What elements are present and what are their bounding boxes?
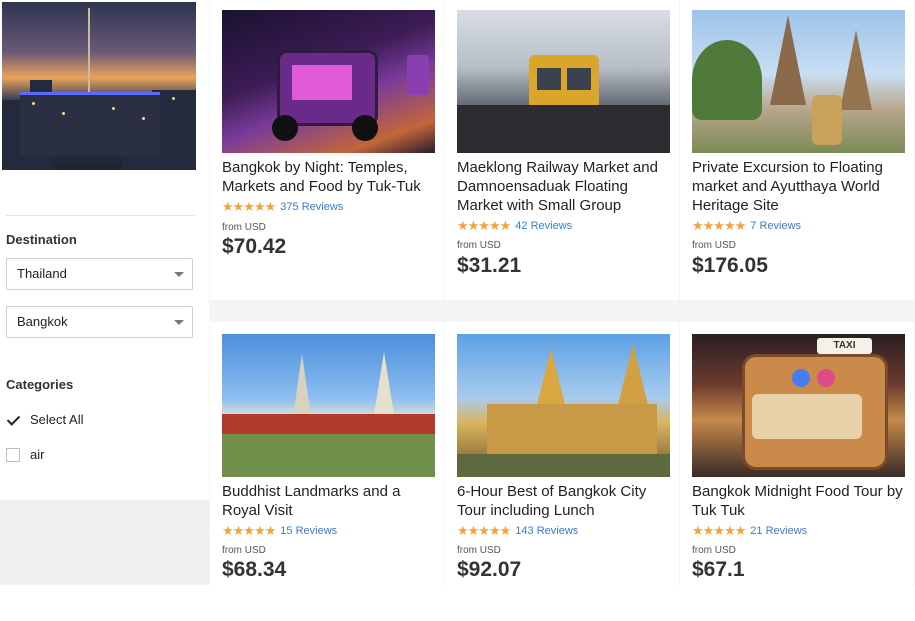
country-select-value: Thailand (17, 266, 67, 281)
tour-card[interactable]: Buddhist Landmarks and a Royal Visit ★★★… (210, 322, 444, 585)
price-prefix: from USD (457, 240, 501, 251)
sidebar: Destination Thailand Bangkok Categories … (0, 0, 209, 621)
reviews-link[interactable]: 143 Reviews (515, 525, 578, 537)
grand-palace-photo[interactable] (222, 334, 435, 477)
tour-card[interactable]: Private Excursion to Floating market and… (680, 0, 914, 300)
royal-temple-photo[interactable] (457, 334, 670, 477)
star-rating-icon: ★★★★★ (692, 523, 746, 538)
checkbox-checked-icon[interactable] (6, 412, 20, 427)
checkbox-icon[interactable] (6, 447, 20, 462)
category-label: Select All (30, 412, 84, 427)
category-label: air (30, 447, 45, 462)
chevron-down-icon (174, 320, 184, 325)
city-select[interactable]: Bangkok (6, 306, 193, 338)
tour-title[interactable]: Bangkok by Night: Temples, Markets and F… (222, 158, 436, 196)
sidebar-divider (6, 215, 195, 216)
star-rating-icon: ★★★★★ (692, 218, 746, 233)
tour-title[interactable]: 6-Hour Best of Bangkok City Tour includi… (457, 482, 671, 520)
taxi-sign: TAXI (817, 338, 872, 354)
railway-market-photo[interactable] (457, 10, 670, 153)
tour-rating: ★★★★★ 15 Reviews (222, 523, 337, 539)
tour-rating: ★★★★★ 21 Reviews (692, 523, 807, 539)
tour-rating: ★★★★★ 7 Reviews (692, 218, 801, 234)
category-select-all[interactable]: Select All (6, 412, 83, 427)
tour-title[interactable]: Private Excursion to Floating market and… (692, 158, 906, 215)
price-prefix: from USD (692, 240, 736, 251)
tour-price: $31.21 (457, 254, 522, 277)
categories-heading: Categories (6, 377, 74, 392)
tour-card[interactable]: 6-Hour Best of Bangkok City Tour includi… (445, 322, 679, 585)
tour-title[interactable]: Buddhist Landmarks and a Royal Visit (222, 482, 436, 520)
tour-rating: ★★★★★ 143 Reviews (457, 523, 578, 539)
tour-rating: ★★★★★ 42 Reviews (457, 218, 572, 234)
star-rating-icon: ★★★★★ (457, 218, 511, 233)
tuk-tuk-night-photo[interactable] (222, 10, 435, 153)
tour-price: $92.07 (457, 558, 522, 581)
star-rating-icon: ★★★★★ (222, 199, 276, 214)
sidebar-footer-panel (0, 500, 209, 585)
price-prefix: from USD (692, 545, 736, 556)
category-air[interactable]: air (6, 447, 44, 462)
reviews-link[interactable]: 375 Reviews (280, 201, 343, 213)
price-prefix: from USD (222, 222, 266, 233)
star-rating-icon: ★★★★★ (222, 523, 276, 538)
tour-price: $67.1 (692, 558, 745, 581)
tour-rating: ★★★★★ 375 Reviews (222, 199, 343, 215)
reviews-link[interactable]: 21 Reviews (750, 525, 807, 537)
star-rating-icon: ★★★★★ (457, 523, 511, 538)
tour-title[interactable]: Bangkok Midnight Food Tour by Tuk Tuk (692, 482, 906, 520)
tour-price: $176.05 (692, 254, 768, 277)
tour-price: $70.42 (222, 235, 287, 258)
reviews-link[interactable]: 15 Reviews (280, 525, 337, 537)
tour-card[interactable]: Maeklong Railway Market and Damnoensadua… (445, 0, 679, 300)
destination-heading: Destination (6, 232, 77, 247)
tour-price: $68.34 (222, 558, 287, 581)
ayutthaya-temple-photo[interactable] (692, 10, 905, 153)
city-select-value: Bangkok (17, 314, 68, 329)
chevron-down-icon (174, 272, 184, 277)
tour-card[interactable]: TAXI Bangkok Midnight Food Tour by Tuk T… (680, 322, 914, 585)
country-select[interactable]: Thailand (6, 258, 193, 290)
tour-card[interactable]: Bangkok by Night: Temples, Markets and F… (210, 0, 444, 300)
rooftop-bar-photo (2, 2, 196, 170)
price-prefix: from USD (222, 545, 266, 556)
reviews-link[interactable]: 7 Reviews (750, 220, 801, 232)
price-prefix: from USD (457, 545, 501, 556)
tuk-tuk-taxi-photo[interactable]: TAXI (692, 334, 905, 477)
reviews-link[interactable]: 42 Reviews (515, 220, 572, 232)
tour-title[interactable]: Maeklong Railway Market and Damnoensadua… (457, 158, 671, 215)
